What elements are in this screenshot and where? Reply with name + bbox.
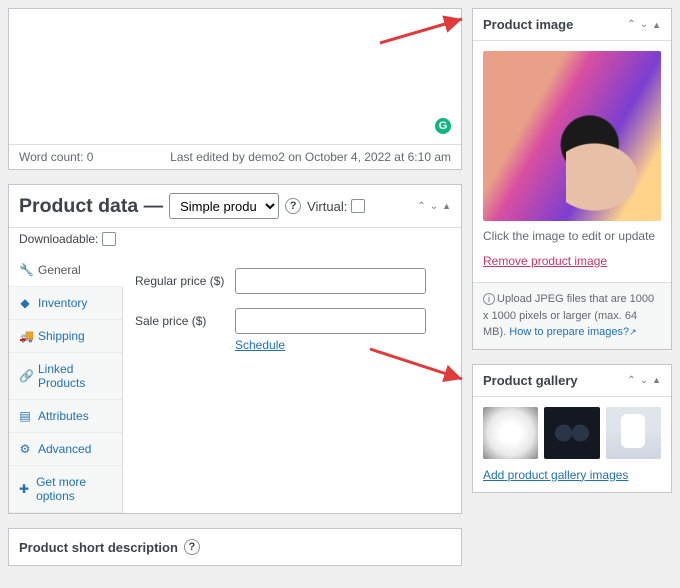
downloadable-checkbox[interactable] [102, 232, 116, 246]
truck-icon: 🚚 [19, 329, 31, 343]
product-image-thumbnail[interactable] [483, 51, 661, 221]
list-icon: ▤ [19, 409, 31, 423]
help-icon[interactable]: ? [184, 539, 200, 555]
tab-get-more-options[interactable]: ✚Get more options [9, 466, 122, 513]
product-data-panel: Product data — Simple product ? Virtual:… [8, 184, 462, 514]
upload-info: iUpload JPEG files that are 1000 x 1000 … [473, 282, 671, 349]
content-editor[interactable]: G [9, 9, 461, 144]
product-gallery-title: Product gallery [483, 373, 578, 388]
move-up-icon[interactable]: ⌃ [627, 19, 635, 30]
wrench-icon: 🔧 [19, 263, 31, 277]
move-down-icon[interactable]: ⌄ [640, 375, 648, 386]
toggle-panel-icon[interactable]: ▲ [652, 375, 661, 385]
add-gallery-images-link[interactable]: Add product gallery images [483, 468, 628, 482]
regular-price-label: Regular price ($) [135, 274, 235, 288]
short-description-title: Product short description [19, 540, 178, 555]
remove-product-image-link[interactable]: Remove product image [483, 254, 607, 268]
product-image-title: Product image [483, 17, 573, 32]
external-link-icon: ↗ [629, 327, 637, 337]
regular-price-input[interactable] [235, 268, 426, 294]
gallery-thumbnail[interactable] [606, 407, 661, 459]
plus-icon: ✚ [19, 482, 29, 496]
inventory-icon: ◆ [19, 296, 31, 310]
move-up-icon[interactable]: ⌃ [627, 375, 635, 386]
toggle-panel-icon[interactable]: ▲ [442, 201, 451, 211]
tab-shipping[interactable]: 🚚Shipping [9, 320, 122, 353]
sale-price-label: Sale price ($) [135, 314, 235, 328]
product-image-panel: Product image ⌃ ⌄ ▲ Click the image to e… [472, 8, 672, 350]
help-icon[interactable]: ? [285, 198, 301, 214]
product-type-select[interactable]: Simple product [169, 193, 279, 219]
gallery-thumbnail[interactable] [544, 407, 599, 459]
tab-general[interactable]: 🔧General [9, 254, 123, 287]
last-edited: Last edited by demo2 on October 4, 2022 … [170, 150, 451, 164]
grammarly-icon[interactable]: G [435, 118, 451, 134]
gear-icon: ⚙ [19, 442, 31, 456]
move-down-icon[interactable]: ⌄ [640, 19, 648, 30]
virtual-checkbox[interactable] [351, 199, 365, 213]
move-up-icon[interactable]: ⌃ [417, 201, 425, 212]
product-image-hint: Click the image to edit or update [483, 229, 661, 243]
sale-price-input[interactable] [235, 308, 426, 334]
tab-linked-products[interactable]: 🔗Linked Products [9, 353, 122, 400]
product-data-tabs: 🔧General ◆Inventory 🚚Shipping 🔗Linked Pr… [9, 254, 123, 513]
tab-attributes[interactable]: ▤Attributes [9, 400, 122, 433]
toggle-panel-icon[interactable]: ▲ [652, 20, 661, 30]
content-editor-panel: G Word count: 0 Last edited by demo2 on … [8, 8, 462, 170]
product-data-title: Product data — [19, 195, 163, 218]
general-tab-content: Regular price ($) Sale price ($) Schedul… [123, 254, 461, 513]
schedule-link[interactable]: Schedule [235, 338, 449, 352]
tab-advanced[interactable]: ⚙Advanced [9, 433, 122, 466]
word-count: Word count: 0 [19, 150, 93, 164]
downloadable-label: Downloadable: [19, 232, 98, 246]
short-description-panel: Product short description ? [8, 528, 462, 566]
link-icon: 🔗 [19, 369, 31, 383]
how-to-prepare-link[interactable]: How to prepare images?↗ [509, 326, 636, 338]
gallery-thumbnail[interactable] [483, 407, 538, 459]
virtual-label: Virtual: [307, 199, 347, 214]
info-icon: i [483, 293, 495, 305]
product-gallery-panel: Product gallery ⌃ ⌄ ▲ Add product galler… [472, 364, 672, 493]
tab-inventory[interactable]: ◆Inventory [9, 287, 122, 320]
move-down-icon[interactable]: ⌄ [430, 201, 438, 212]
